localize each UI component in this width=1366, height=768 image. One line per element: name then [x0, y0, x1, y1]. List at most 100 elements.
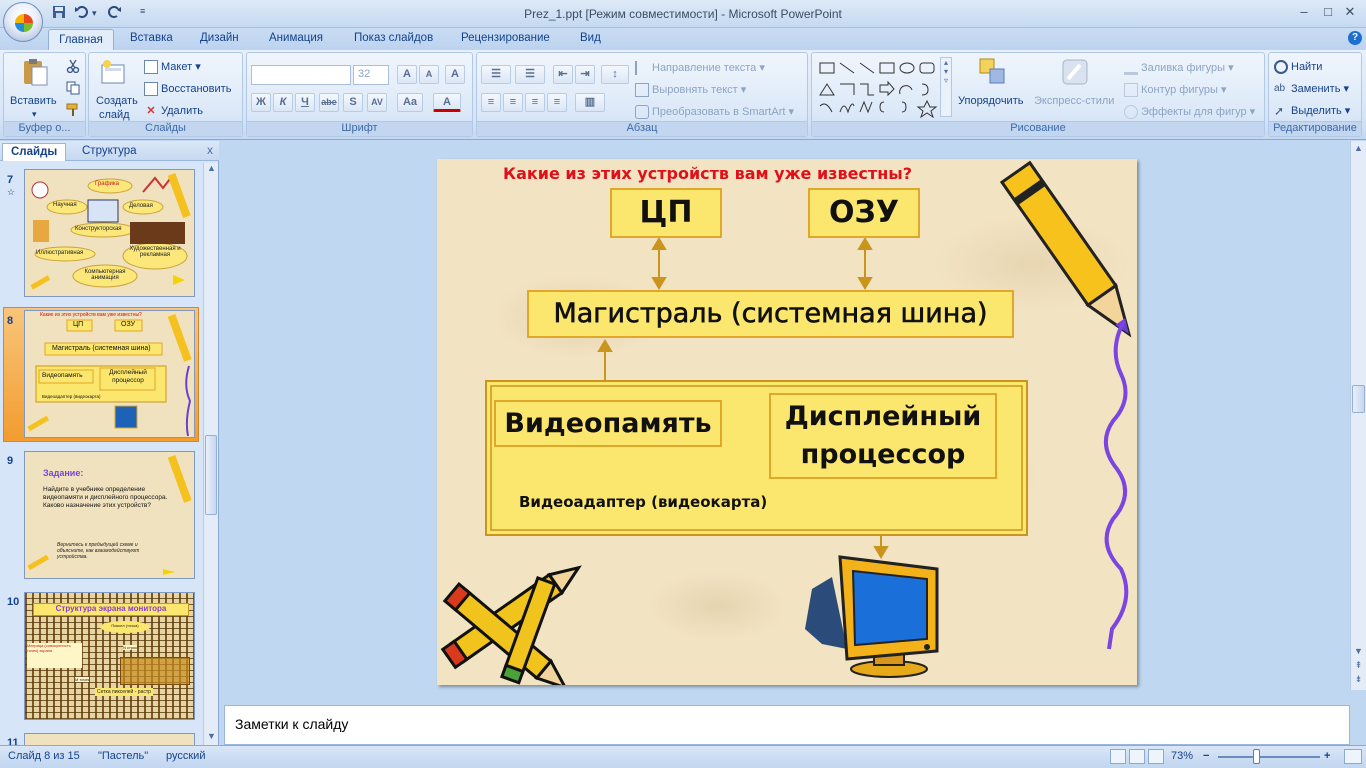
- tab-design[interactable]: Дизайн: [200, 32, 239, 44]
- slide-thumbnail-10[interactable]: Структура экрана монитора Пиксел (точка)…: [24, 592, 195, 720]
- shape-fill-button[interactable]: Заливка фигуры ▾: [1124, 61, 1234, 76]
- normal-view-icon[interactable]: [1110, 749, 1126, 764]
- cpu-box[interactable]: ЦП: [610, 188, 722, 238]
- shape-effects-button[interactable]: Эффекты для фигур ▾: [1124, 105, 1255, 120]
- bullets-button[interactable]: ☰: [481, 65, 511, 84]
- italic-button[interactable]: К: [273, 93, 293, 112]
- replace-button[interactable]: ab Заменить ▾: [1274, 82, 1349, 96]
- align-right-button[interactable]: ≡: [525, 93, 545, 112]
- slide-thumbnail-9[interactable]: Задание: Найдите в учебнике определение …: [24, 451, 195, 579]
- main-scrollbar[interactable]: ▲ ▼ ⇞ ⇟: [1350, 141, 1366, 690]
- change-case-button[interactable]: Aa: [397, 93, 423, 112]
- shape-outline-icon: [1124, 83, 1138, 98]
- copy-icon[interactable]: [66, 81, 80, 95]
- justify-button[interactable]: ≡: [547, 93, 567, 112]
- slide-sorter-icon[interactable]: [1129, 749, 1145, 764]
- grow-font-button[interactable]: A: [397, 65, 417, 84]
- scroll-thumb[interactable]: [1352, 385, 1365, 413]
- font-size-field[interactable]: 32: [353, 65, 389, 85]
- increase-indent-button[interactable]: ⇥: [575, 65, 595, 84]
- select-button[interactable]: ➚ Выделить ▾: [1274, 104, 1350, 118]
- align-text-button[interactable]: Выровнять текст ▾: [635, 83, 746, 98]
- tab-animation[interactable]: Анимация: [269, 32, 323, 44]
- slideshow-view-icon[interactable]: [1148, 749, 1164, 764]
- office-button[interactable]: [3, 2, 43, 42]
- columns-button[interactable]: ▥: [575, 93, 605, 112]
- cut-icon[interactable]: [66, 59, 80, 73]
- paste-button[interactable]: Вставить: [10, 95, 57, 107]
- language-indicator[interactable]: русский: [166, 750, 205, 762]
- shapes-gallery-scroll[interactable]: ▴ ▾ ▿: [940, 57, 952, 117]
- help-icon[interactable]: ?: [1348, 31, 1362, 45]
- text-direction-button[interactable]: Направление текста ▾: [635, 61, 765, 76]
- theme-name[interactable]: "Пастель": [98, 750, 148, 762]
- vram-box[interactable]: Видеопамять: [494, 400, 722, 447]
- tab-review[interactable]: Рецензирование: [461, 32, 550, 44]
- align-center-button[interactable]: ≡: [503, 93, 523, 112]
- display-processor-line2: процессор: [800, 439, 966, 470]
- underline-button[interactable]: Ч: [295, 93, 315, 112]
- tab-view[interactable]: Вид: [580, 32, 601, 44]
- quick-styles-button[interactable]: Экспресс-стили: [1034, 95, 1114, 107]
- shrink-font-button[interactable]: A: [419, 65, 439, 84]
- reset-button[interactable]: Восстановить: [144, 82, 231, 96]
- clear-format-button[interactable]: A: [445, 65, 465, 84]
- scroll-up-icon[interactable]: ▲: [1351, 143, 1366, 157]
- ram-box[interactable]: ОЗУ: [808, 188, 920, 238]
- next-slide-icon[interactable]: ⇟: [1351, 674, 1366, 688]
- slide-thumbnail-11[interactable]: [24, 733, 195, 745]
- slide-thumbnail-8[interactable]: Какие из этих устройств вам уже известны…: [24, 310, 195, 438]
- zoom-level[interactable]: 73%: [1171, 750, 1193, 762]
- slides-panel-scrollbar[interactable]: ▲ ▼: [203, 163, 218, 745]
- close-panel-button[interactable]: x: [207, 143, 213, 157]
- current-slide[interactable]: Какие из этих устройств вам уже известны…: [437, 159, 1137, 685]
- scroll-up-icon[interactable]: ▲: [204, 163, 219, 177]
- shapes-gallery[interactable]: [818, 60, 944, 118]
- font-color-button[interactable]: A: [433, 93, 461, 112]
- zoom-slider-track[interactable]: [1218, 756, 1320, 758]
- char-spacing-button[interactable]: AV: [367, 93, 387, 112]
- strikethrough-button[interactable]: abe: [319, 93, 339, 112]
- arrange-button[interactable]: Упорядочить: [958, 95, 1023, 107]
- line-spacing-button[interactable]: ↕: [601, 65, 629, 84]
- scroll-down-icon[interactable]: ▼: [204, 731, 219, 745]
- tab-slides[interactable]: Слайды: [2, 143, 67, 161]
- smartart-button[interactable]: Преобразовать в SmartArt ▾: [635, 105, 794, 120]
- previous-slide-icon[interactable]: ⇞: [1351, 660, 1366, 674]
- paste-dropdown-icon[interactable]: ▾: [32, 109, 37, 120]
- display-processor-box[interactable]: Дисплейный процессор: [769, 393, 997, 479]
- font-name-field[interactable]: [251, 65, 351, 85]
- close-button[interactable]: ✕: [1338, 4, 1362, 22]
- shape-outline-button[interactable]: Контур фигуры ▾: [1124, 83, 1227, 98]
- bus-box[interactable]: Магистраль (системная шина): [527, 290, 1014, 338]
- zoom-in-button[interactable]: +: [1324, 750, 1330, 762]
- format-painter-icon[interactable]: [66, 103, 80, 117]
- bold-button[interactable]: Ж: [251, 93, 271, 112]
- tab-home[interactable]: Главная: [48, 29, 114, 51]
- tab-insert[interactable]: Вставка: [130, 32, 173, 44]
- drawing-group-label: Рисование: [812, 121, 1264, 136]
- decrease-indent-button[interactable]: ⇤: [553, 65, 573, 84]
- adapter-label[interactable]: Видеоадаптер (видеокарта): [519, 493, 767, 511]
- scroll-down-icon[interactable]: ▼: [1351, 646, 1366, 660]
- find-button[interactable]: Найти: [1274, 60, 1322, 74]
- slide-thumbnail-7[interactable]: Графика Научная Деловая Конструкторская …: [24, 169, 195, 297]
- maximize-button[interactable]: □: [1316, 4, 1340, 22]
- tab-outline[interactable]: Структура: [74, 143, 145, 161]
- smartart-label: Преобразовать в SmartArt: [652, 106, 786, 118]
- shadow-button[interactable]: S: [343, 93, 363, 112]
- slide-number: 7: [7, 174, 14, 186]
- zoom-out-button[interactable]: −: [1203, 750, 1209, 762]
- delete-button[interactable]: ✕ Удалить: [144, 104, 203, 118]
- minimize-button[interactable]: –: [1292, 4, 1316, 22]
- zoom-slider-thumb[interactable]: [1253, 749, 1260, 764]
- tab-slideshow[interactable]: Показ слайдов: [354, 32, 433, 44]
- layout-button[interactable]: Макет ▾: [144, 60, 201, 75]
- notes-field[interactable]: Заметки к слайду: [224, 705, 1350, 745]
- align-left-button[interactable]: ≡: [481, 93, 501, 112]
- new-slide-button[interactable]: Создать: [96, 95, 138, 107]
- fit-slide-icon[interactable]: [1344, 749, 1362, 764]
- slide-question[interactable]: Какие из этих устройств вам уже известны…: [503, 164, 912, 183]
- numbering-button[interactable]: ☰: [515, 65, 545, 84]
- scroll-thumb[interactable]: [205, 435, 217, 515]
